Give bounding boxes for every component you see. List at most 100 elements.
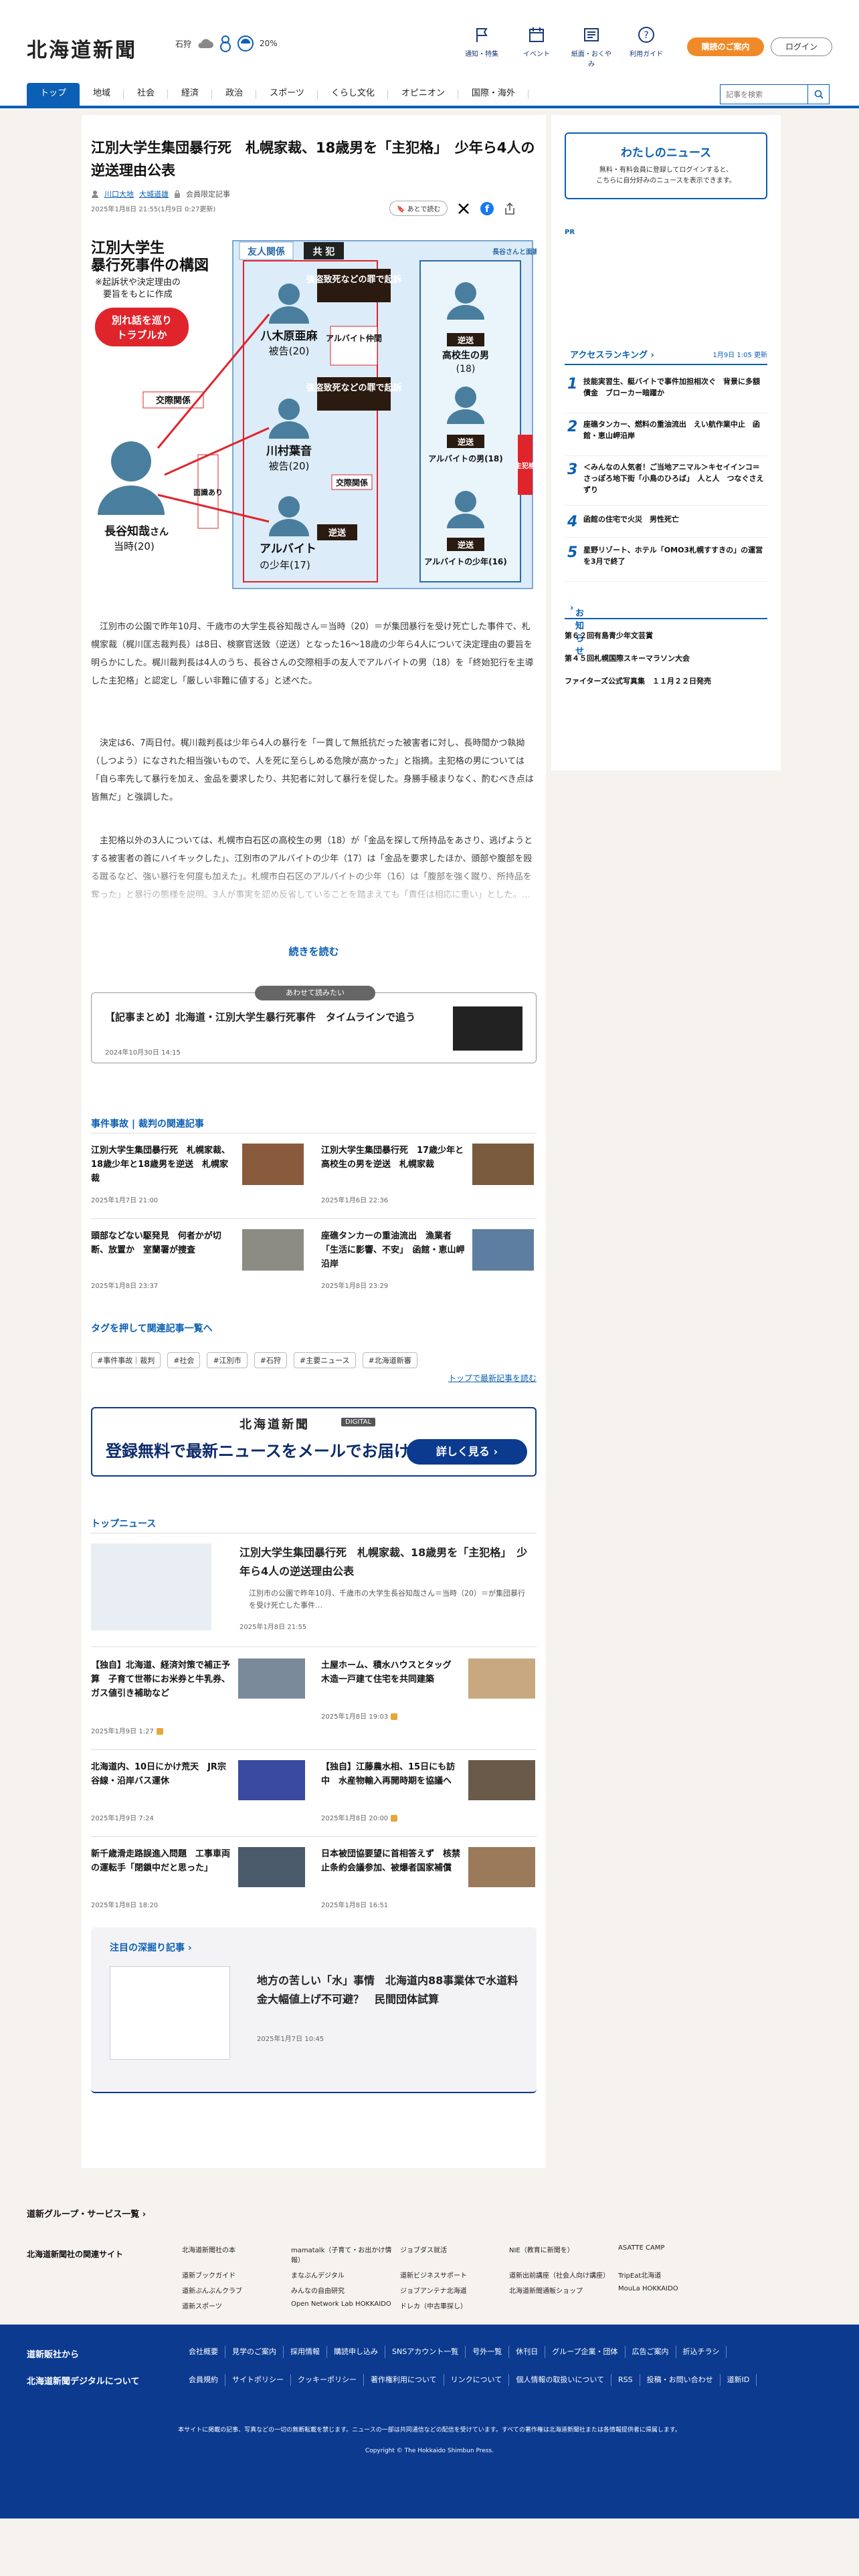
related-card[interactable]: 江別大学生集団暴行死 17歳少年と高校生の男を逆送 札幌家裁 2025年1月6日 … (321, 1144, 535, 1210)
footer-link[interactable]: RSS (611, 2374, 640, 2386)
info-item[interactable]: ファイターズ公式写真集 １１月２２日発売 (565, 675, 767, 686)
tag[interactable]: #北海道新審 (362, 1352, 417, 1368)
tab-society[interactable]: 社会 (124, 83, 169, 106)
header-nav-guide[interactable]: ? 利用ガイド (626, 25, 666, 68)
tag[interactable]: #主要ニュース (293, 1352, 356, 1368)
footer-link[interactable]: 休刊日 (509, 2346, 546, 2358)
footer-link[interactable]: 折込チラシ (676, 2346, 727, 2358)
footer-link[interactable]: ASATTE CAMP (618, 2244, 727, 2264)
info-item[interactable]: 第４５回札幌国際スキーマラソン大会 (565, 653, 767, 663)
related-card[interactable]: 江別大学生集団暴行死 札幌家裁、18歳少年と18歳男を逆送 札幌家裁 2025年1… (91, 1144, 305, 1210)
case-diagram: 江別大学生 暴行死事件の構図 ※起訴状や決定理由の 要旨をもとに作成 別れ話を巡… (91, 234, 537, 595)
author-link[interactable]: 川口大地 (104, 189, 134, 199)
site-logo[interactable]: 北海道新聞 (27, 33, 137, 63)
read-more-link[interactable]: 続きを読む (82, 944, 546, 958)
footer-link[interactable]: SNSアカウント一覧 (385, 2346, 466, 2358)
latest-link[interactable]: トップで最新記事を読む (448, 1372, 537, 1384)
footer-link[interactable]: 北海道新聞通販ショップ (509, 2285, 618, 2295)
footer-link[interactable]: 号外一覧 (466, 2346, 510, 2358)
share-icon[interactable] (504, 202, 516, 215)
related-card[interactable]: 頭部などない駆発見 何者かが切断、放置か 室蘭署が捜査 2025年1月8日 23:… (91, 1229, 305, 1296)
ranking-item[interactable]: 4 函館の住宅で火災 男性死亡 (565, 511, 767, 538)
top-news-item[interactable]: 北海道内、10日にかけ荒天 JR宗谷線・沿岸バス運休 2025年1月9日 7:24 (91, 1760, 305, 1840)
footer-link[interactable]: サイトポリシー (225, 2374, 291, 2386)
suspect-label: アルバイトの男(18) (428, 454, 503, 463)
tab-top[interactable]: トップ (27, 83, 80, 106)
acquaintance-label: 面識あり (193, 488, 223, 497)
footer-link[interactable]: 道新ID (721, 2374, 757, 2386)
footer-link[interactable]: mamatalk（子育て・お出かけ情報） (291, 2244, 400, 2264)
facebook-share-icon[interactable]: f (480, 201, 494, 216)
footer-link[interactable]: クッキーポリシー (291, 2374, 364, 2386)
feature-box[interactable]: 注目の深掘り記事 › 地方の苦しい「水」事情 北海道内88事業体で水道料金大幅値… (91, 1927, 537, 2093)
tab-world[interactable]: 国際・海外 (458, 83, 529, 106)
ranking-item[interactable]: 2 座礁タンカー、燃料の重油流出 えい航作業中止 函館・恵山岬沿岸 (565, 416, 767, 456)
ranking-title: アクセスランキング › (570, 350, 654, 360)
ranking-item[interactable]: 1 技能実習生、艇バイトで事件加担相次ぐ 背景に多額債金 ブローカー暗躍か (565, 373, 767, 413)
footer-link[interactable]: ジョブアンテナ北海道 (400, 2285, 509, 2295)
ranking-item[interactable]: 5 星野リゾート、ホテル「OMO3札幌すすきの」の運営を3月で終了 (565, 542, 767, 582)
footer-link[interactable]: 道新出前講座（社会人向け講座） (509, 2270, 618, 2280)
top-news-item[interactable]: 【独自】江藤農水相、15日にも訪中 水産物輸入再開時期を協議へ 2025年1月8日… (321, 1760, 535, 1840)
tab-politics[interactable]: 政治 (212, 83, 257, 106)
footer-link[interactable]: 道新ブックガイド (182, 2270, 291, 2280)
tab-region[interactable]: 地域 (80, 83, 124, 106)
footer-link[interactable]: 会社概要 (182, 2346, 225, 2358)
tab-sports[interactable]: スポーツ (256, 83, 318, 106)
tag[interactable]: #事件事故｜裁判 (91, 1352, 161, 1368)
weather-widget[interactable]: 石狩 20% (175, 35, 278, 52)
tab-opinion[interactable]: オピニオン (388, 83, 458, 106)
read-later-button[interactable]: 🔖 あとで読む (389, 201, 448, 216)
footer-link[interactable]: Open Network Lab HOKKAIDO (291, 2300, 400, 2311)
tab-economy[interactable]: 経済 (168, 83, 213, 106)
group-services-link[interactable]: 道新グループ・サービス一覧 › (27, 2207, 146, 2220)
copyright-note: 本サイトに掲載の記事、写真などの一切の無断転載を禁じます。ニュースの一部は共同通… (178, 2427, 681, 2434)
author-link[interactable]: 大城道雄 (139, 189, 169, 199)
footer-link[interactable]: ドレカ（中古車探し） (400, 2300, 509, 2311)
footer-link[interactable]: 会員規約 (182, 2374, 225, 2386)
footer-link[interactable]: 個人情報の取扱いについて (509, 2374, 612, 2386)
footer-link[interactable]: 広告ご案内 (626, 2346, 676, 2358)
top-news-item[interactable]: 【独自】北海道、経済対策で補正予算 子育て世帯にお米券と牛乳券、ガス値引き補助な… (91, 1658, 305, 1739)
footer-link[interactable]: ジョブダス就活 (400, 2244, 509, 2264)
footer-link[interactable]: グループ企業・団体 (545, 2346, 626, 2358)
login-button[interactable]: ログイン (771, 37, 832, 56)
header-nav-notify[interactable]: 通知・特集 (462, 25, 502, 68)
footer-link[interactable]: TripEat北海道 (618, 2270, 727, 2280)
newsletter-banner[interactable]: 北海道新聞 DIGITAL 登録無料で最新ニュースをメールでお届け 詳しく見る … (91, 1407, 537, 1477)
related-card[interactable]: 座礁タンカーの重油流出 漁業者「生活に影響、不安」 函館・恵山岬沿岸 2025年1… (321, 1229, 535, 1296)
footer-link[interactable]: みんなの自由研究 (291, 2285, 400, 2295)
top-news-item[interactable]: 土屋ホーム、積水ハウスとタッグ 木造一戸建て住宅を共同建築 2025年1月8日 1… (321, 1658, 535, 1739)
tag[interactable]: #社会 (167, 1352, 201, 1368)
footer-link[interactable]: 見学のご案内 (225, 2346, 284, 2358)
footer-link[interactable]: リンクについて (444, 2374, 510, 2386)
info-item[interactable]: 第６２回有島青少年文芸賞 (565, 630, 767, 641)
footer-link[interactable]: 道新ぶんぶんクラブ (182, 2285, 291, 2295)
recommended-card[interactable]: あわせて読みたい 【記事まとめ】北海道・江別大学生暴行死事件 タイムラインで追う… (91, 986, 537, 1063)
top-news-item[interactable]: 新千歳滑走路誤進入問題 工事車両の運転手「閉鎖中だと思った」 2025年1月8日 … (91, 1847, 305, 1927)
search-input[interactable] (721, 85, 807, 104)
top-news-item[interactable]: 日本被団協要望に首相答えず 核禁止条約会議参加、被爆者国家補償 2025年1月8日… (321, 1847, 535, 1927)
footer-link[interactable]: 投稿・お問い合わせ (640, 2374, 721, 2386)
x-share-icon[interactable] (457, 202, 470, 215)
footer-link[interactable]: 採用情報 (284, 2346, 327, 2358)
footer-link[interactable]: まなぶんデジタル (291, 2270, 400, 2280)
subscribe-button[interactable]: 購読のご案内 (687, 37, 764, 56)
header-nav-event[interactable]: イベント (516, 25, 557, 68)
my-news-box[interactable]: わたしのニュース 無料・有料会員に登録してログインすると、 こちらに自分好みのニュ… (565, 132, 767, 199)
footer-link[interactable]: 著作権利用について (364, 2374, 444, 2386)
footer-link[interactable]: 北海道新聞社の本 (182, 2244, 291, 2264)
top-news-main[interactable]: 江別大学生集団暴行死 札幌家裁、18歳男を「主犯格」 少年ら4人の逆送理由公表 … (91, 1543, 537, 1644)
search-button[interactable] (807, 85, 829, 104)
footer-link[interactable]: MouLa HOKKAIDO (618, 2285, 727, 2295)
footer-link[interactable]: 道新スポーツ (182, 2300, 291, 2311)
header-nav-paper[interactable]: 紙面・おくやみ (571, 25, 611, 68)
tag[interactable]: #江別市 (207, 1352, 248, 1368)
tag[interactable]: #石狩 (254, 1352, 287, 1368)
footer-link[interactable]: 購読申し込み (327, 2346, 385, 2358)
banner-button[interactable]: 詳しく見る › (407, 1439, 527, 1465)
tab-culture[interactable]: くらし文化 (318, 83, 388, 106)
ranking-item[interactable]: 3 ＜みんなの人気者！ご当地アニマル＞キセイインコ＝さっぽろ地下街「小鳥のひろば」… (565, 459, 767, 506)
footer-link[interactable]: NIE（教育に新聞を） (509, 2244, 618, 2264)
footer-link[interactable]: 道新ビジネスサポート (400, 2270, 509, 2280)
